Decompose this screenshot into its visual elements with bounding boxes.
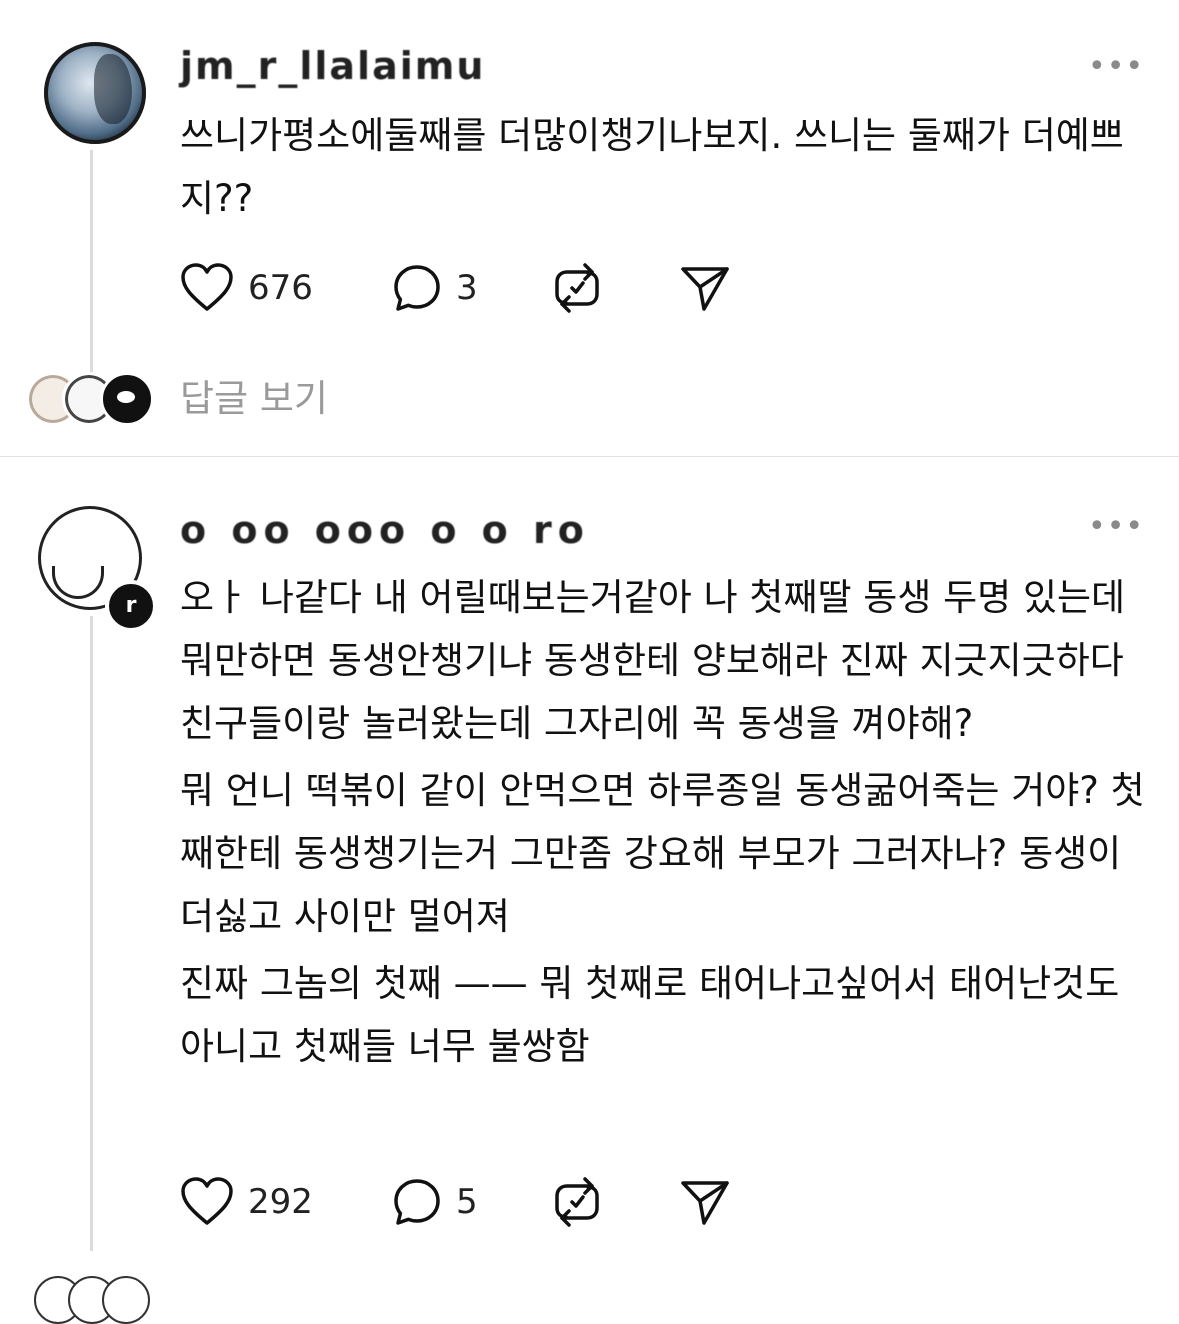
repost-button[interactable] [552, 1177, 680, 1227]
send-icon [681, 1181, 729, 1225]
repost-icon [555, 1177, 599, 1227]
post-text: 오ㅏ 나같다 내 어릴때보는거같아 나 첫째딸 동생 두명 있는데 뭐만하면 동… [180, 566, 1150, 1078]
action-bar: 676 3 [180, 262, 730, 314]
username[interactable]: o oo ooo o o ro [180, 508, 590, 552]
reply-count: 3 [456, 268, 478, 308]
comment-icon [394, 1179, 440, 1225]
reply-avatars[interactable] [26, 368, 156, 426]
like-count: 292 [248, 1182, 313, 1222]
verified-badge: r [105, 580, 157, 632]
avatar[interactable] [44, 42, 146, 144]
reply-button[interactable]: 5 [392, 1177, 552, 1227]
more-icon[interactable]: ••• [1088, 52, 1144, 82]
thread-line [90, 150, 93, 375]
share-button[interactable] [680, 263, 730, 313]
username[interactable]: jm_r_llalaimu [180, 44, 485, 88]
post-paragraph: 쓰니가평소에둘째를 더많이챙기나보지. 쓰니는 둘째가 더예쁘지?? [180, 114, 1124, 220]
repost-icon [555, 263, 599, 313]
like-button[interactable]: 676 [180, 263, 392, 313]
like-count: 676 [248, 268, 313, 308]
view-replies-link[interactable]: 답글 보기 [180, 368, 328, 422]
post-paragraph: 뭐 언니 떡볶이 같이 안먹으면 하루종일 동생굶어죽는 거야? 첫째한테 동생… [180, 769, 1145, 938]
avatar [100, 372, 154, 426]
reply-count: 5 [456, 1182, 478, 1222]
comment-icon [394, 265, 440, 311]
send-icon [681, 267, 729, 311]
post-paragraph: 오ㅏ 나같다 내 어릴때보는거같아 나 첫째딸 동생 두명 있는데 뭐만하면 동… [180, 576, 1126, 745]
heart-icon [181, 1177, 233, 1225]
share-button[interactable] [680, 1177, 730, 1227]
post-text: 쓰니가평소에둘째를 더많이챙기나보지. 쓰니는 둘째가 더예쁘지?? [180, 104, 1150, 230]
action-bar: 292 5 [180, 1176, 730, 1228]
more-icon[interactable]: ••• [1088, 512, 1144, 542]
heart-icon [181, 263, 233, 311]
repost-button[interactable] [552, 263, 680, 313]
post-paragraph: 진짜 그놈의 첫째 —— 뭐 첫째로 태어나고싶어서 태어난것도아니고 첫째들 … [180, 962, 1120, 1068]
reply-button[interactable]: 3 [392, 263, 552, 313]
like-button[interactable]: 292 [180, 1177, 392, 1227]
divider [0, 456, 1179, 457]
thread-line [90, 616, 93, 1251]
reply-avatars[interactable] [34, 1268, 164, 1324]
avatar [102, 1276, 150, 1324]
